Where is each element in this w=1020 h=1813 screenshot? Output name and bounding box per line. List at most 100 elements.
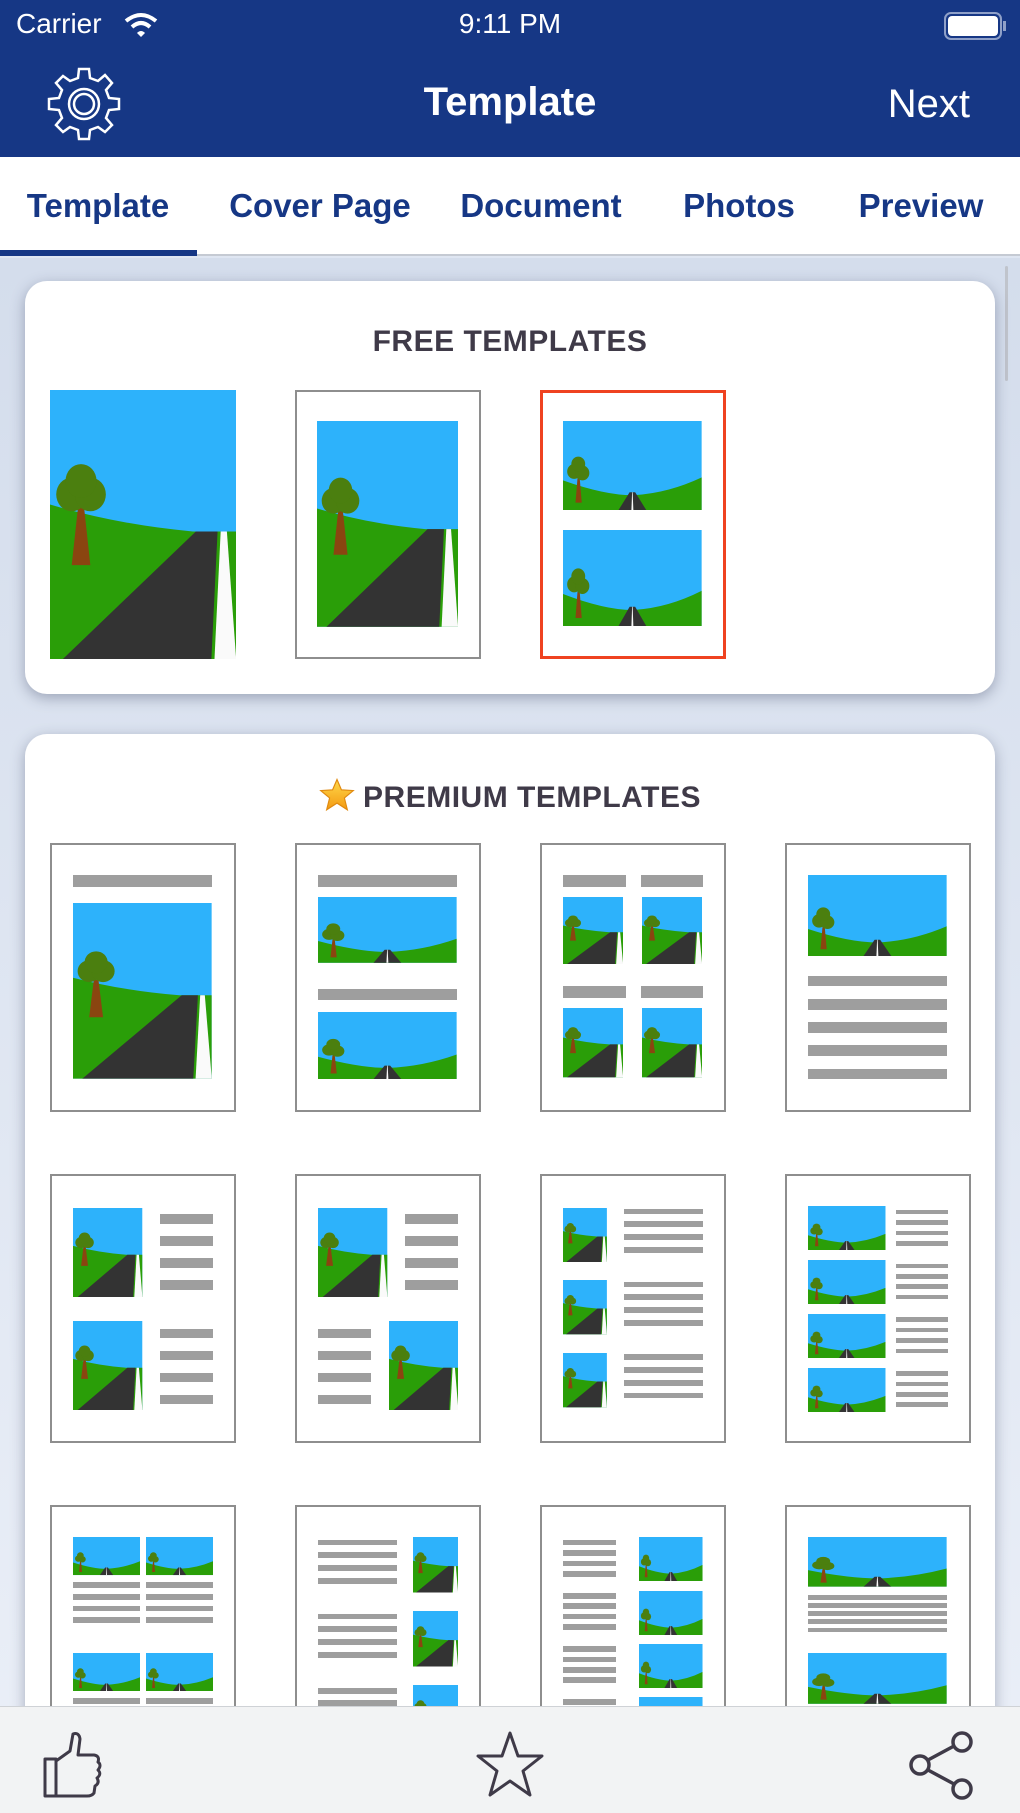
text-line-placeholder [624, 1354, 704, 1361]
text-line-placeholder [896, 1209, 949, 1215]
star-outline-icon[interactable] [474, 1729, 546, 1801]
photo-placeholder-image [73, 903, 212, 1079]
photo-placeholder-image [808, 1653, 947, 1704]
photo-placeholder-image [146, 1653, 213, 1691]
text-line-placeholder [808, 1627, 947, 1633]
text-line-placeholder [640, 875, 704, 887]
text-line-placeholder [563, 1646, 617, 1652]
text-line-placeholder [896, 1274, 949, 1279]
text-line-placeholder [318, 1687, 397, 1694]
photo-placeholder-image [318, 1012, 457, 1079]
text-line-placeholder [318, 1577, 397, 1584]
premium-template-1[interactable] [50, 843, 236, 1112]
photo-placeholder-image [73, 1208, 142, 1297]
text-line-placeholder [624, 1246, 704, 1253]
text-line-placeholder [563, 1560, 617, 1567]
photo-placeholder-image [413, 1685, 458, 1706]
free-template-3[interactable] [540, 390, 726, 659]
text-line-placeholder [318, 988, 457, 1001]
text-line-placeholder [159, 1394, 214, 1405]
premium-templates-card: PREMIUM TEMPLATES [25, 734, 995, 1706]
text-line-placeholder [159, 1258, 214, 1268]
text-line-placeholder [145, 1617, 214, 1623]
active-tab-indicator [0, 250, 197, 256]
text-line-placeholder [624, 1319, 704, 1326]
template-list[interactable]: FREE TEMPLATES PREMIUM TEMPLATES [0, 258, 1020, 1706]
text-line-placeholder [563, 875, 626, 887]
text-line-placeholder [145, 1605, 214, 1612]
text-line-placeholder [808, 1068, 947, 1079]
premium-template-6[interactable] [295, 1174, 481, 1443]
photo-placeholder-image [73, 1537, 140, 1575]
tab-photos[interactable]: Photos [683, 187, 795, 225]
photo-placeholder-image [808, 1368, 885, 1412]
star-icon [319, 777, 355, 812]
tab-cover-page[interactable]: Cover Page [229, 187, 411, 225]
tab-preview[interactable]: Preview [859, 187, 984, 225]
premium-template-4[interactable] [785, 843, 971, 1112]
photo-placeholder-image [73, 1653, 140, 1691]
photo-placeholder-image [318, 897, 457, 963]
photo-placeholder-image [563, 421, 702, 510]
text-line-placeholder [624, 1234, 704, 1240]
text-line-placeholder [318, 1372, 372, 1383]
text-line-placeholder [318, 1626, 397, 1633]
premium-template-8[interactable] [785, 1174, 971, 1443]
photo-placeholder-image [642, 1008, 702, 1077]
premium-template-7[interactable] [540, 1174, 726, 1443]
text-line-placeholder [624, 1379, 704, 1386]
share-icon[interactable] [906, 1729, 978, 1801]
free-template-2[interactable] [295, 390, 481, 659]
text-line-placeholder [896, 1348, 949, 1354]
text-line-placeholder [145, 1594, 214, 1600]
text-line-placeholder [896, 1241, 949, 1246]
text-line-placeholder [563, 1592, 617, 1599]
premium-template-10[interactable] [295, 1505, 481, 1706]
premium-template-12[interactable] [785, 1505, 971, 1706]
photo-placeholder-image [808, 875, 947, 956]
scrollbar[interactable] [1005, 266, 1008, 381]
premium-template-3[interactable] [540, 843, 726, 1112]
photo-placeholder-image [317, 421, 458, 627]
text-line-placeholder [73, 1698, 141, 1704]
page-title: Template [423, 80, 597, 124]
text-line-placeholder [808, 975, 947, 987]
text-line-placeholder [808, 1603, 947, 1608]
text-line-placeholder [563, 986, 626, 998]
photo-placeholder-image [563, 530, 702, 626]
premium-template-9[interactable] [50, 1505, 236, 1706]
text-line-placeholder [159, 1372, 214, 1383]
photo-placeholder-image [389, 1321, 458, 1410]
photo-placeholder-image [642, 897, 702, 964]
text-line-placeholder [318, 1539, 397, 1546]
photo-placeholder-image [563, 1008, 623, 1077]
text-line-placeholder [563, 1677, 617, 1684]
battery-icon [944, 12, 1006, 40]
tab-template[interactable]: Template [27, 187, 169, 225]
thumbs-up-icon[interactable] [42, 1729, 114, 1801]
text-line-placeholder [73, 1617, 141, 1623]
text-line-placeholder [896, 1392, 949, 1397]
text-line-placeholder [159, 1214, 214, 1224]
photo-placeholder-image [808, 1260, 885, 1304]
text-line-placeholder [159, 1328, 214, 1339]
text-line-placeholder [73, 1594, 141, 1600]
text-line-placeholder [624, 1294, 704, 1301]
text-line-placeholder [896, 1230, 949, 1236]
text-line-placeholder [159, 1350, 214, 1361]
text-line-placeholder [624, 1221, 704, 1228]
tab-document[interactable]: Document [460, 187, 621, 225]
text-line-placeholder [896, 1338, 949, 1343]
free-template-1[interactable] [50, 390, 236, 659]
header: Carrier 9:11 PM Template Next [0, 0, 1020, 157]
premium-template-11[interactable] [540, 1505, 726, 1706]
text-line-placeholder [563, 1550, 617, 1556]
text-line-placeholder [896, 1220, 949, 1225]
photo-placeholder-image [146, 1537, 213, 1575]
next-button[interactable]: Next [888, 82, 970, 127]
photo-placeholder-image [639, 1591, 703, 1635]
premium-template-2[interactable] [295, 843, 481, 1112]
premium-template-5[interactable] [50, 1174, 236, 1443]
text-line-placeholder [896, 1284, 949, 1290]
text-line-placeholder [318, 1639, 397, 1645]
